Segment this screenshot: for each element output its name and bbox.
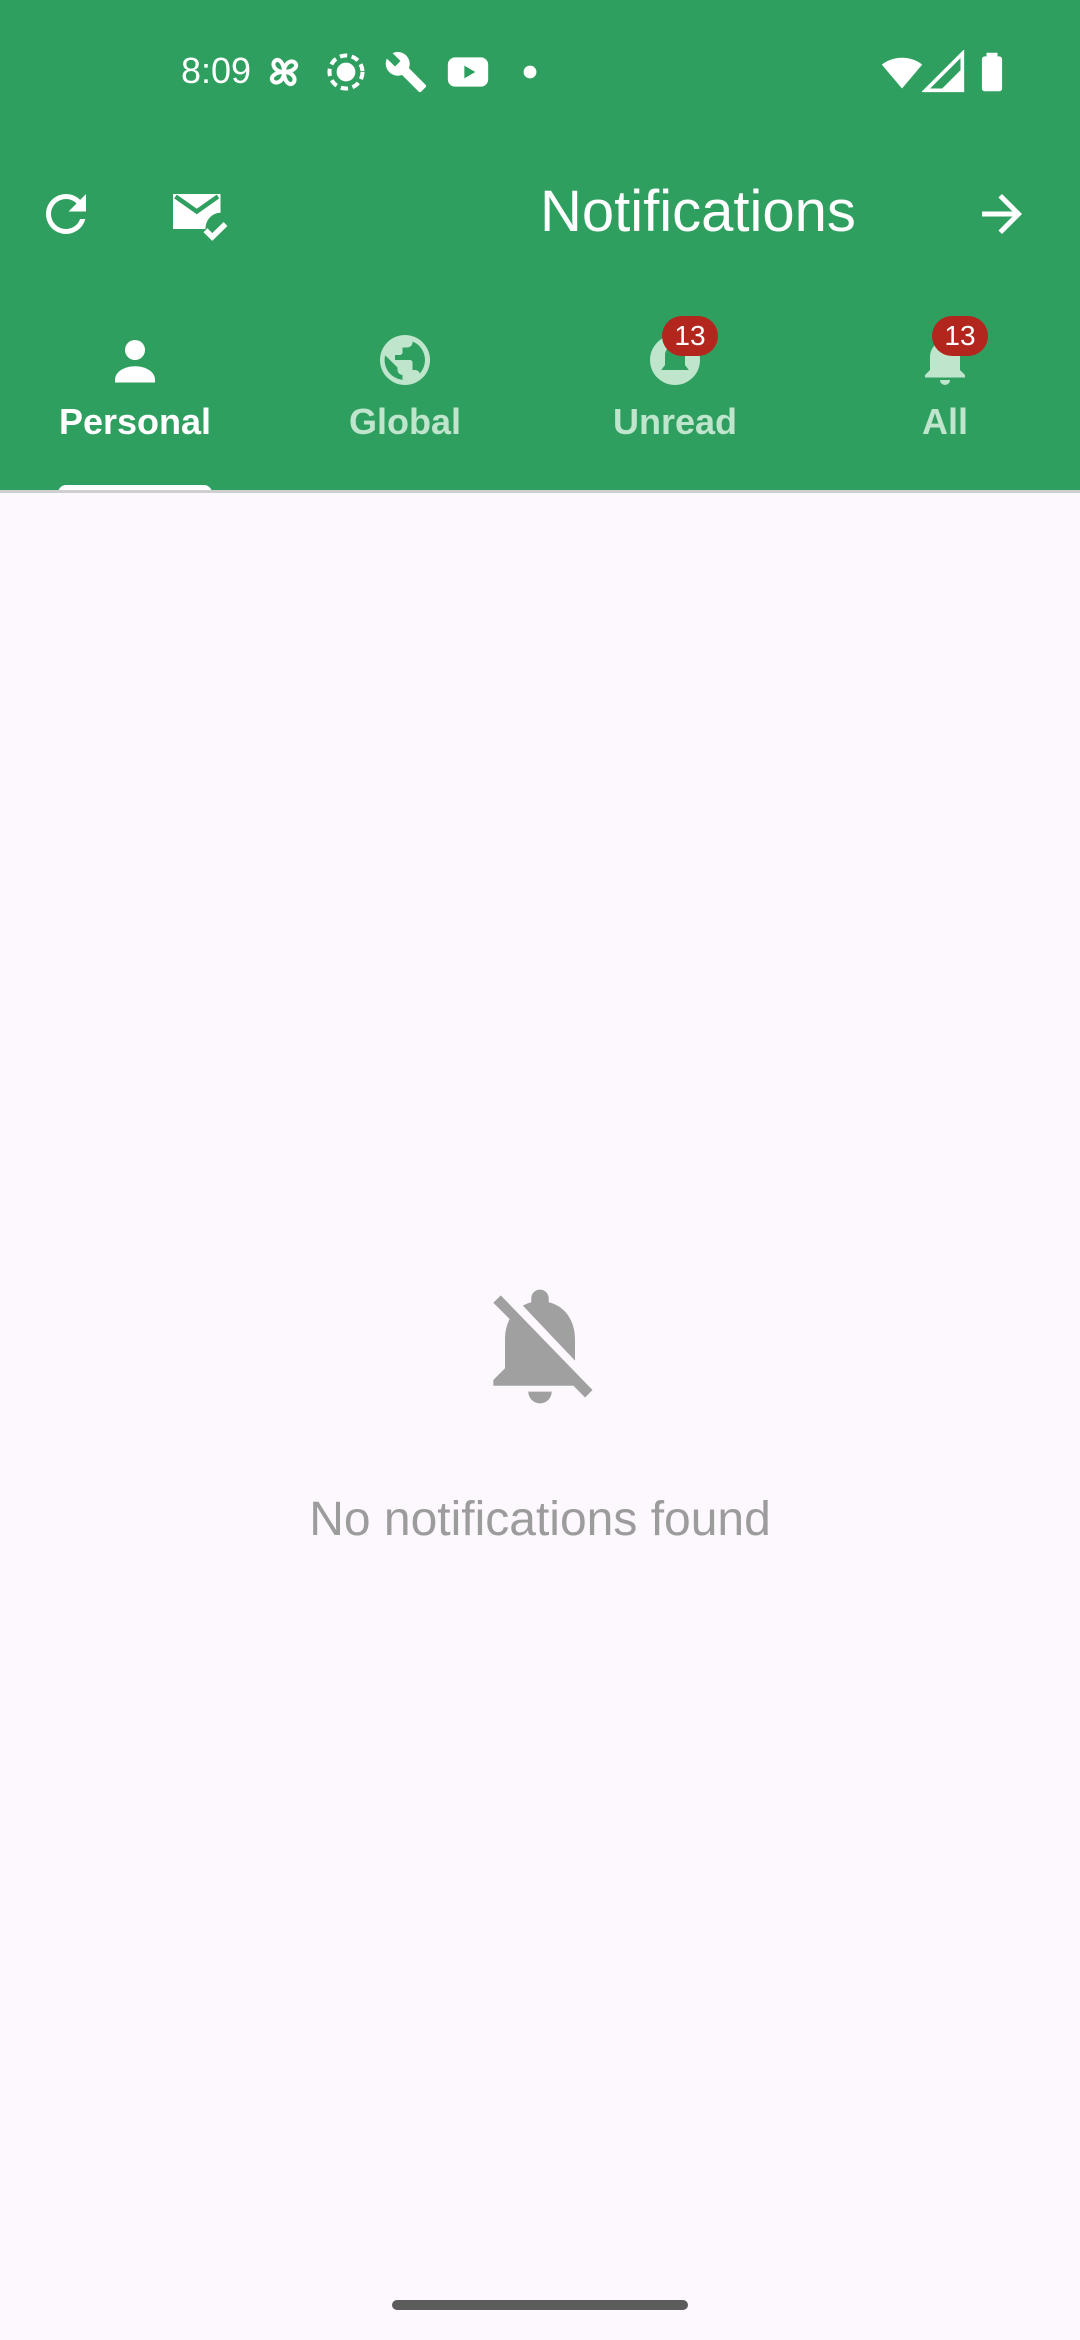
signal-icon [922, 50, 966, 94]
tab-label: All [921, 401, 968, 442]
all-count-badge: 13 [932, 316, 988, 356]
tab-personal[interactable]: Personal [0, 310, 270, 490]
tab-unread[interactable]: 13 Unread [540, 310, 810, 490]
status-time: 8:09 [181, 50, 252, 91]
wifi-icon [880, 50, 924, 94]
gesture-nav-handle[interactable] [392, 2300, 688, 2310]
refresh-button[interactable] [30, 178, 102, 250]
tab-label: Global [348, 401, 461, 442]
header: 8:09 Notifications Personal Global 13 Un… [0, 0, 1080, 493]
notifications-off-icon [470, 1275, 610, 1415]
empty-state-message: No notifications found [309, 1493, 771, 1546]
record-icon [324, 50, 368, 94]
battery-icon [970, 50, 1014, 94]
refresh-icon [36, 184, 96, 244]
youtube-icon [446, 50, 490, 94]
tab-global[interactable]: Global [270, 310, 540, 490]
arrow-forward-icon [972, 184, 1032, 244]
unread-count-badge: 13 [662, 316, 718, 356]
mark-all-read-button[interactable] [162, 178, 234, 250]
tab-all[interactable]: 13 All [810, 310, 1080, 490]
person-icon [105, 330, 165, 390]
tab-label: Personal [58, 401, 212, 442]
header-divider [0, 490, 1080, 493]
globe-icon [375, 330, 435, 390]
tab-label: Unread [612, 401, 738, 442]
status-bar: 8:09 [0, 0, 1080, 140]
mark-all-read-icon [168, 184, 228, 244]
dot-icon [508, 50, 552, 94]
pinwheel-icon [262, 50, 306, 94]
wrench-icon [384, 50, 428, 94]
page-title: Notifications [540, 179, 856, 244]
forward-button[interactable] [966, 178, 1038, 250]
